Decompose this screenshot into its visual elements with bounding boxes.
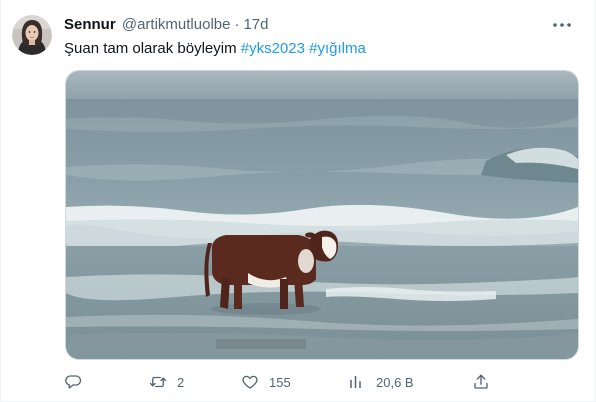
retweet-button[interactable]: 2: [149, 370, 184, 394]
reply-button[interactable]: [64, 370, 92, 394]
heart-icon: [242, 375, 258, 389]
like-count: 155: [269, 374, 291, 390]
user-handle[interactable]: @artikmutluolbe: [122, 16, 231, 33]
views-button[interactable]: 20,6 B: [348, 370, 414, 394]
views-count: 20,6 B: [376, 374, 414, 390]
retweet-count: 2: [177, 374, 185, 390]
analytics-icon: [350, 376, 361, 388]
reply-icon: [65, 375, 82, 389]
avatar-image: [12, 15, 52, 55]
tweet-actions: 2 155 20,6 B: [64, 370, 494, 394]
avatar[interactable]: [12, 15, 52, 55]
tweet-header: Sennur @artikmutluolbe · 17d: [64, 16, 269, 34]
display-name[interactable]: Sennur: [64, 16, 116, 33]
hashtag-link[interactable]: #yığılma: [309, 40, 366, 57]
tweet-photo[interactable]: [65, 70, 579, 360]
separator-dot: ·: [234, 16, 240, 33]
more-options-button[interactable]: [549, 14, 575, 36]
like-button[interactable]: 155: [241, 370, 291, 394]
more-horizontal-icon: [553, 23, 571, 27]
cow-on-beach-image: [66, 71, 578, 359]
tweet-text: Şuan tam olarak böyleyim #yks2023 #yığıl…: [64, 39, 366, 59]
share-button[interactable]: [472, 370, 490, 394]
timestamp[interactable]: 17d: [243, 16, 268, 33]
hashtag-link[interactable]: #yks2023: [241, 40, 305, 57]
tweet-body-text: Şuan tam olarak böyleyim: [64, 40, 237, 57]
retweet-icon: [149, 376, 167, 388]
tweet-card[interactable]: Sennur @artikmutluolbe · 17d Şuan tam olar…: [0, 0, 596, 402]
share-icon: [474, 374, 488, 389]
